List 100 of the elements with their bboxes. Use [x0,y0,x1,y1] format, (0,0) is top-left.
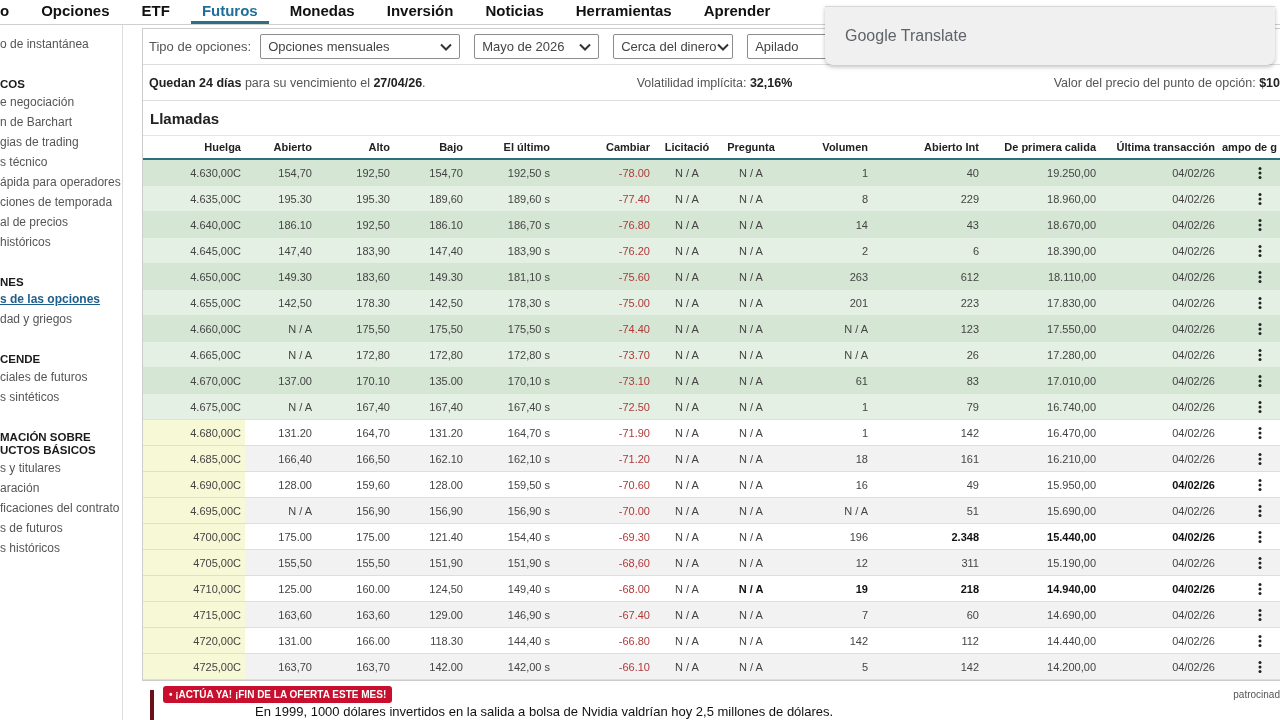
sidebar-link[interactable]: ciales de futuros [0,366,88,387]
nav-tab[interactable]: Noticias [474,0,555,24]
more-icon[interactable] [1258,244,1262,257]
nav-tab[interactable]: Aprender [692,0,782,24]
chevron-down-icon [716,42,729,51]
table-cell-text: 1 [860,399,869,415]
dropdown[interactable]: Cerca del dinero [613,34,734,59]
table-cell-text: 161 [959,451,980,467]
table-cell-text: 167,40 [355,399,391,415]
sidebar-link[interactable]: s y titulares [0,457,61,478]
table-cell-text: 128.00 [277,477,313,493]
table-cell-text: 163,70 [277,659,313,675]
table-cell-text: N / A [738,451,764,467]
more-icon[interactable] [1258,556,1262,569]
sidebar-link[interactable]: gias de trading [0,131,79,152]
column-header: Licitació [663,140,711,155]
table-cell-text: 16.470,00 [1046,425,1097,441]
nav-tab[interactable]: Monedas [278,0,366,24]
more-icon[interactable] [1258,348,1262,361]
sidebar-link[interactable]: ápida para operadores [0,171,121,192]
more-icon[interactable] [1258,634,1262,647]
table-cell-text: 186,70 s [506,217,551,233]
table-cell-text: N / A [738,555,764,571]
table-cell-text: 14.200,00 [1046,659,1097,675]
table-cell-text: 156,90 s [506,503,551,519]
table-cell-text: 142,50 [277,295,313,311]
table-cell-text: 189,60 s [506,191,551,207]
nav-tab[interactable]: Futuros [190,0,269,24]
table-cell-text: 612 [959,269,980,285]
table-cell-text: 6 [971,243,980,259]
volatility-text: Volatilidad implícita: 32,16% [636,75,793,90]
sidebar-link[interactable]: o de instantánea [0,34,89,54]
popup-title: Google Translate [845,27,967,45]
chevron-down-icon [579,42,592,51]
nav-tab[interactable]: ETF [130,0,181,24]
headline-link[interactable]: En 1999, 1000 dólares invertidos en la salida a bolsa de Nvidia valdrían hoy 2,5 millones de dólares. [255,704,834,719]
table-cell-text: 311 [960,555,980,571]
sidebar-link[interactable]: aración [0,477,40,498]
nav-tab[interactable]: o [0,0,21,24]
table-cell-text: 178,30 s [506,295,551,311]
more-icon[interactable] [1258,218,1262,231]
more-icon[interactable] [1258,660,1262,673]
sidebar-link[interactable]: ciones de temporada [0,191,113,212]
table-cell-text: N / A [287,321,313,337]
more-icon[interactable] [1258,582,1262,595]
more-icon[interactable] [1258,192,1262,205]
nav-tab[interactable]: Herramientas [564,0,683,24]
more-icon[interactable] [1258,296,1262,309]
more-icon[interactable] [1258,426,1262,439]
table-cell: 4715,00C [143,602,245,627]
table-cell-text: 04/02/26 [1171,217,1216,233]
table-cell-text: N / A [738,607,764,623]
sidebar-link[interactable]: históricos [0,231,51,252]
nav-tab[interactable]: Opciones [30,0,121,24]
more-icon[interactable] [1258,608,1262,621]
table-cell-text: 183,90 s [506,243,551,259]
sidebar-link[interactable]: s de futuros [0,517,63,538]
table-cell-text: N / A [674,633,700,649]
table-cell-text: 04/02/26 [1171,529,1216,545]
accent-bar [150,690,154,720]
sidebar-link[interactable]: s técnico [0,151,48,172]
more-icon[interactable] [1258,322,1262,335]
table-cell-text: 118.30 [429,633,464,649]
more-icon[interactable] [1258,478,1262,491]
sidebar-link[interactable]: s de las opciones [0,289,101,309]
section-heading: COS [0,78,25,92]
table-cell-text: 186.10 [277,217,313,233]
sidebar-link[interactable]: al de precios [0,211,69,232]
table-cell-text: 4.630,00C [189,165,242,181]
more-icon[interactable] [1258,452,1262,465]
nav-tab[interactable]: Inversión [375,0,465,24]
table-cell-text: -75.00 [617,295,651,311]
sidebar-link[interactable]: dad y griegos [0,309,73,329]
table-cell-text: N / A [738,269,764,285]
table-cell-text: 2.348 [950,529,980,545]
more-icon[interactable] [1258,270,1262,283]
more-icon[interactable] [1258,504,1262,517]
table-cell-text: 183,60 [355,269,391,285]
table-cell-text: N / A [674,477,700,493]
sidebar-link[interactable]: e negociación [0,91,75,112]
table-cell-text: 151,90 s [506,555,551,571]
more-icon[interactable] [1258,374,1262,387]
more-icon[interactable] [1258,530,1262,543]
sidebar-link[interactable]: s sintéticos [0,386,60,407]
table-cell-text: N / A [674,529,700,545]
table-cell-text: 192,50 [355,217,391,233]
more-icon[interactable] [1258,166,1262,179]
sidebar-link[interactable]: s históricos [0,537,61,558]
table-cell-text: N / A [674,295,700,311]
column-header: Volumen [821,140,869,155]
dropdown[interactable]: Mayo de 2026 [474,34,600,59]
table-cell-text: 192,50 [355,165,391,181]
sidebar-link[interactable]: n de Barchart [0,111,73,132]
table-cell-text: 162,10 s [506,451,551,467]
sidebar-link[interactable]: ficaciones del contrato [0,497,120,518]
table-cell-text: 156,90 [355,503,391,519]
point-value-text: Valor del precio del punto de opción: $10 [1053,75,1280,90]
more-icon[interactable] [1258,400,1262,413]
dropdown[interactable]: Opciones mensuales [260,34,461,59]
table-cell-text: 154,70 [277,165,313,181]
